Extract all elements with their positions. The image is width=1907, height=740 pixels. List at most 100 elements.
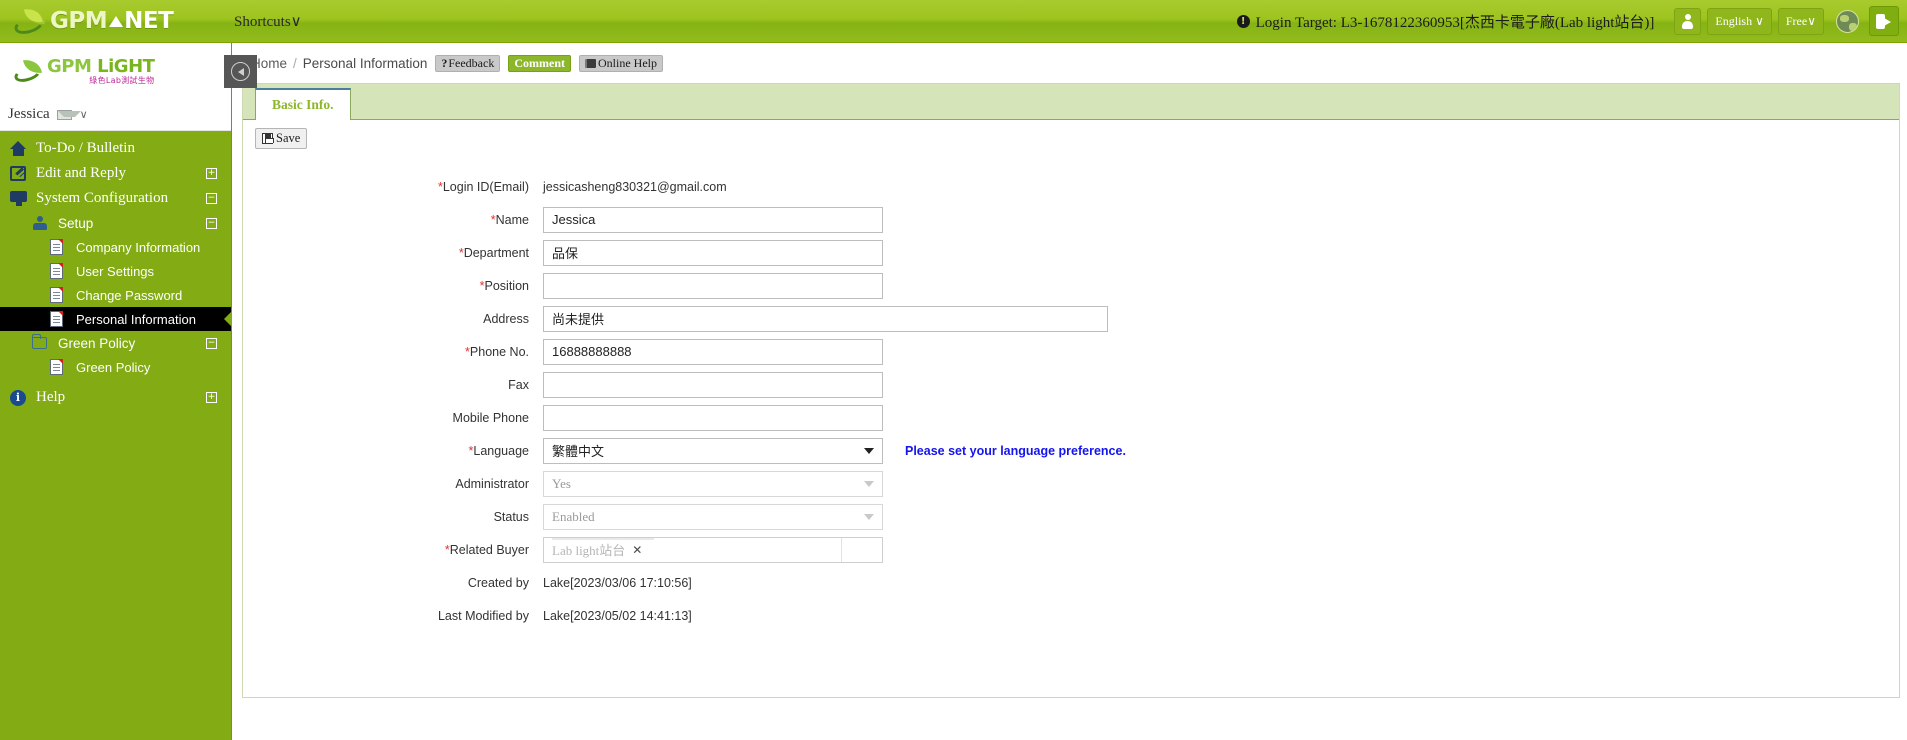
document-icon: [50, 310, 76, 327]
user-account-button[interactable]: [1674, 7, 1702, 35]
label-text: Mobile Phone: [452, 410, 529, 425]
address-input[interactable]: [543, 305, 1108, 332]
collapse-toggle-icon[interactable]: −: [206, 193, 217, 204]
chevron-down-icon: ∨: [1755, 13, 1764, 28]
form-row-created-by: Created by Lake[2023/03/06 17:10:56]: [243, 566, 1899, 599]
document-icon: [50, 286, 76, 303]
comment-button[interactable]: Comment: [508, 54, 571, 72]
language-select[interactable]: [543, 437, 883, 464]
expand-toggle-icon[interactable]: +: [206, 392, 217, 403]
sidebar-logo-subtitle: 綠色Lab測試生物: [89, 75, 155, 85]
status-select: [543, 503, 883, 530]
related-buyer-tag: Lab light站台 ✕: [552, 540, 642, 559]
breadcrumb: Home / Personal Information: [251, 56, 427, 71]
related-buyer-field[interactable]: Lab light站台 ✕: [544, 537, 842, 562]
plan-selector-button[interactable]: Free ∨: [1777, 7, 1824, 35]
document-icon: [50, 238, 76, 255]
sidebar-user-row[interactable]: Jessica ∨: [0, 99, 231, 131]
sidebar-item-todo-bulletin[interactable]: To-Do / Bulletin: [0, 136, 231, 161]
document-icon: [50, 262, 76, 279]
mobile-phone-input[interactable]: [543, 404, 883, 431]
name-input[interactable]: [543, 206, 883, 233]
field-label-last-modified-by: Last Modified by: [243, 609, 543, 623]
sidebar-item-green-policy-group[interactable]: Green Policy −: [0, 331, 231, 355]
save-button[interactable]: Save: [255, 127, 308, 149]
form-row-department: *Department: [243, 236, 1899, 269]
sidebar-item-edit-and-reply[interactable]: Edit and Reply +: [0, 161, 231, 186]
collapse-toggle-icon[interactable]: −: [206, 218, 217, 229]
sidebar-item-system-configuration[interactable]: System Configuration −: [0, 186, 231, 211]
online-help-label: Online Help: [598, 55, 657, 70]
position-input[interactable]: [543, 272, 883, 299]
related-buyer-browse-button[interactable]: [842, 537, 882, 562]
language-select-wrap[interactable]: [543, 437, 883, 464]
sidebar-logo-light: LiGHT: [97, 55, 155, 77]
chevron-down-icon: ∨: [290, 13, 302, 30]
sidebar-item-green-policy[interactable]: Green Policy: [0, 355, 231, 379]
sidebar-item-label: To-Do / Bulletin: [36, 140, 135, 156]
sidebar-item-label: Setup: [58, 215, 94, 231]
mail-icon[interactable]: [56, 109, 82, 120]
label-text: Department: [463, 245, 529, 260]
logout-button[interactable]: [1869, 6, 1899, 36]
sidebar-item-label: Personal Information: [76, 311, 196, 327]
label-text: Language: [473, 443, 529, 458]
field-value-login-id: jessicasheng830321@gmail.com: [543, 179, 727, 194]
language-preference-link[interactable]: Please set your language preference.: [905, 444, 1126, 458]
shortcuts-label: Shortcuts: [234, 13, 291, 30]
sidebar-item-personal-information[interactable]: Personal Information: [0, 307, 232, 331]
sidebar-item-label: Help: [36, 389, 66, 405]
field-label-fax: Fax: [243, 378, 543, 392]
tab-label: Basic Info.: [272, 97, 334, 112]
floppy-disk-icon: [262, 132, 274, 144]
remove-tag-icon[interactable]: ✕: [632, 543, 642, 557]
expand-toggle-icon[interactable]: +: [206, 168, 217, 179]
sidebar-item-user-settings[interactable]: User Settings: [0, 259, 231, 283]
edit-icon: [10, 166, 36, 181]
phone-input[interactable]: [543, 338, 883, 365]
label-text: Position: [484, 278, 529, 293]
language-selector-button[interactable]: English ∨: [1707, 7, 1772, 35]
form-row-administrator: Administrator: [243, 467, 1899, 500]
department-input[interactable]: [543, 239, 883, 266]
header-right-cluster: ! Login Target: L3-1678122360953[杰西卡電子廠(…: [1236, 0, 1907, 43]
field-label-position: *Position: [243, 279, 543, 293]
feedback-button[interactable]: ? Feedback: [435, 54, 501, 72]
sidebar-item-setup[interactable]: Setup −: [0, 211, 231, 235]
sidebar-item-company-information[interactable]: Company Information: [0, 235, 231, 259]
fax-input[interactable]: [543, 371, 883, 398]
sidebar-item-change-password[interactable]: Change Password: [0, 283, 231, 307]
globe-button[interactable]: [1832, 6, 1862, 36]
personal-information-form: *Login ID(Email) jessicasheng830321@gmai…: [243, 156, 1899, 632]
logout-icon: [1876, 13, 1892, 29]
shortcuts-menu[interactable]: Shortcuts∨: [234, 12, 302, 31]
folder-icon: [31, 334, 58, 349]
form-row-phone: *Phone No.: [243, 335, 1899, 368]
sidebar-item-label: Edit and Reply: [36, 165, 126, 181]
status-select-wrap: [543, 503, 883, 530]
label-text: Created by: [467, 575, 529, 590]
form-row-fax: Fax: [243, 368, 1899, 401]
label-text: Address: [483, 311, 529, 326]
sidebar-subnav-green-policy: Green Policy: [0, 355, 231, 379]
sidebar-subnav-setup: Company Information User Settings Change…: [0, 235, 232, 331]
info-icon: i: [10, 389, 36, 406]
collapse-toggle-icon[interactable]: −: [206, 338, 217, 349]
field-label-created-by: Created by: [243, 576, 543, 590]
online-help-button[interactable]: Online Help: [579, 54, 663, 72]
field-label-status: Status: [243, 510, 543, 524]
leaf-logo-icon: [12, 57, 44, 85]
sidebar-item-help[interactable]: i Help +: [0, 385, 231, 410]
form-row-login-id: *Login ID(Email) jessicasheng830321@gmai…: [243, 170, 1899, 203]
login-target: ! Login Target: L3-1678122360953[杰西卡電子廠(…: [1236, 11, 1654, 32]
field-label-address: Address: [243, 312, 543, 326]
leaf-logo-icon: [12, 6, 48, 38]
related-buyer-picker[interactable]: Lab light站台 ✕: [543, 536, 883, 563]
sidebar-collapse-button[interactable]: [224, 55, 257, 88]
label-text: Status: [493, 509, 529, 524]
field-value-last-modified-by: Lake[2023/05/02 14:41:13]: [543, 608, 692, 623]
administrator-select: [543, 470, 883, 497]
label-text: Phone No.: [469, 344, 529, 359]
field-value-created-by: Lake[2023/03/06 17:10:56]: [543, 575, 692, 590]
tab-basic-info[interactable]: Basic Info.: [255, 88, 351, 120]
